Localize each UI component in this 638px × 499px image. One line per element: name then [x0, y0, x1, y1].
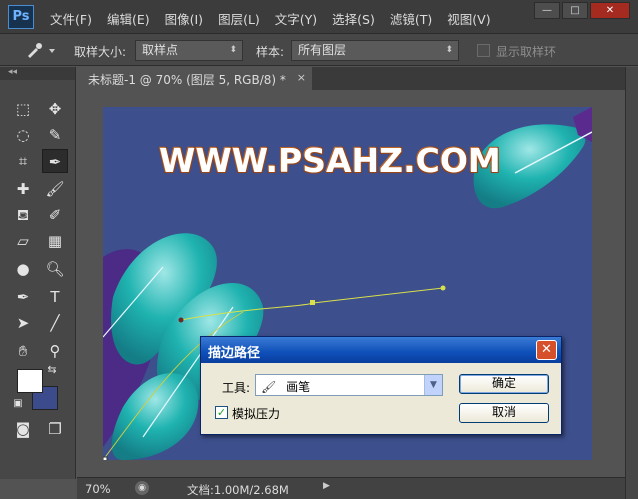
- brush-icon[interactable]: 🖌︎: [42, 177, 68, 201]
- dialog-title: 描边路径: [201, 337, 561, 363]
- options-bar: 取样大小: 取样点 ⬍ 样本: 所有图层 ⬍ 显示取样环: [0, 34, 638, 66]
- menu-view[interactable]: 视图(V): [447, 9, 490, 28]
- swap-colors-icon[interactable]: ⇆: [44, 363, 60, 377]
- brush-icon: 🖌︎: [261, 380, 277, 394]
- status-menu-arrow-icon[interactable]: ▶: [323, 481, 333, 495]
- toolbox: ◂◂ ⬚ ✥ ◌ ✎ ⌗ ✒ ✚ 🖌︎ ⛾ ✐ ▱ ▦ ● 🔍︎ ✒ T ➤ ╱…: [0, 67, 76, 479]
- menu-file[interactable]: 文件(F): [50, 9, 92, 28]
- document-tab[interactable]: 未标题-1 @ 70% (图层 5, RGB/8) * ×: [82, 67, 312, 90]
- path-anchor-1: [178, 317, 184, 323]
- path-anchor-2: [310, 300, 315, 305]
- sample-label: 样本:: [256, 45, 285, 59]
- zoom-icon[interactable]: ⚲: [42, 339, 68, 363]
- lasso-icon[interactable]: ◌: [10, 123, 36, 147]
- sample-value: 所有图层: [298, 43, 347, 57]
- photoshop-logo: Ps: [8, 5, 34, 29]
- path-anchor-3: [440, 285, 446, 291]
- menu-filter[interactable]: 滤镜(T): [390, 9, 432, 28]
- show-sampling-ring-label: 显示取样环: [496, 45, 557, 59]
- dodge-icon[interactable]: 🔍︎: [42, 257, 68, 281]
- minimize-button[interactable]: —: [534, 2, 560, 19]
- healing-icon[interactable]: ✚: [10, 177, 36, 201]
- sample-select[interactable]: 所有图层 ⬍: [291, 40, 459, 61]
- tab-close-icon[interactable]: ×: [297, 71, 306, 84]
- crop-icon[interactable]: ⌗: [10, 149, 36, 173]
- sample-size-select[interactable]: 取样点 ⬍: [135, 40, 243, 61]
- tool-select[interactable]: 🖌︎ 画笔 ▼: [255, 374, 443, 396]
- document-tab-bar: 未标题-1 @ 70% (图层 5, RGB/8) * ×: [82, 67, 638, 90]
- toolbox-collapse-button[interactable]: ◂◂: [0, 67, 75, 80]
- stamp-icon[interactable]: ⛾: [10, 203, 36, 227]
- menu-items: 文件(F) 编辑(E) 图像(I) 图层(L) 文字(Y) 选择(S) 滤镜(T…: [50, 9, 491, 28]
- eraser-icon[interactable]: ▱: [10, 229, 36, 253]
- menu-bar: Ps 文件(F) 编辑(E) 图像(I) 图层(L) 文字(Y) 选择(S) 滤…: [0, 0, 638, 34]
- pen-icon[interactable]: ✒: [10, 285, 36, 309]
- updown-arrow-icon: ⬍: [229, 45, 237, 55]
- stroke-path-dialog: 描边路径 ✕ 工具: 🖌︎ 画笔 ▼ ✓ 模拟压力 确定 取消: [200, 336, 562, 435]
- simulate-pressure-label: 模拟压力: [232, 407, 281, 421]
- eyedropper-tool-preset-icon[interactable]: [24, 41, 58, 59]
- marquee-icon[interactable]: ⬚: [10, 97, 36, 121]
- zoom-level[interactable]: 70%: [85, 482, 111, 496]
- tool-select-value: 画笔: [286, 380, 311, 394]
- panel-dock-strip[interactable]: [625, 67, 638, 499]
- path-anchor-4: [103, 456, 108, 460]
- sample-size-label: 取样大小:: [74, 45, 127, 59]
- history-brush-icon[interactable]: ✐: [42, 203, 68, 227]
- document-tab-title: 未标题-1 @ 70% (图层 5, RGB/8) *: [88, 73, 286, 87]
- close-window-button[interactable]: ✕: [590, 2, 630, 19]
- maximize-button[interactable]: □: [562, 2, 588, 19]
- menu-select[interactable]: 选择(S): [332, 9, 375, 28]
- gradient-icon[interactable]: ▦: [42, 229, 68, 253]
- menu-type[interactable]: 文字(Y): [275, 9, 317, 28]
- default-colors-icon[interactable]: ▣: [10, 397, 26, 411]
- menu-layer[interactable]: 图层(L): [218, 9, 260, 28]
- document-size-info: 文档:1.00M/2.68M: [187, 483, 289, 497]
- show-sampling-ring-checkbox[interactable]: [477, 44, 490, 57]
- dialog-body: 工具: 🖌︎ 画笔 ▼ ✓ 模拟压力 确定 取消: [201, 363, 561, 434]
- foreground-color-swatch[interactable]: [17, 369, 43, 393]
- hand-icon[interactable]: ✋︎: [10, 339, 36, 363]
- path-select-icon[interactable]: ➤: [10, 311, 36, 335]
- status-info-icon[interactable]: ◉: [135, 481, 149, 495]
- status-bar: 70% ◉ 文档:1.00M/2.68M ▶: [77, 477, 625, 499]
- eyedropper-icon[interactable]: ✒: [42, 149, 68, 173]
- window-controls: — □ ✕: [534, 2, 630, 19]
- type-icon[interactable]: T: [42, 285, 68, 309]
- sample-size-value: 取样点: [142, 43, 179, 57]
- ok-button[interactable]: 确定: [459, 374, 549, 394]
- updown-arrow-icon: ⬍: [445, 45, 453, 55]
- canvas-headline: WWW.PSAHZ.COM: [159, 141, 501, 180]
- simulate-pressure-checkbox[interactable]: ✓: [215, 406, 228, 419]
- cancel-button[interactable]: 取消: [459, 403, 549, 423]
- move-icon[interactable]: ✥: [42, 97, 68, 121]
- line-icon[interactable]: ╱: [42, 311, 68, 335]
- menu-image[interactable]: 图像(I): [165, 9, 203, 28]
- menu-edit[interactable]: 编辑(E): [107, 9, 150, 28]
- quick-mask-icon[interactable]: ◙: [10, 417, 36, 441]
- quick-select-icon[interactable]: ✎: [42, 123, 68, 147]
- blur-icon[interactable]: ●: [10, 257, 36, 281]
- dialog-close-button[interactable]: ✕: [536, 340, 557, 360]
- screen-mode-icon[interactable]: ❐: [42, 417, 68, 441]
- tool-label: 工具:: [222, 381, 251, 395]
- chevron-down-icon[interactable]: ▼: [424, 375, 442, 395]
